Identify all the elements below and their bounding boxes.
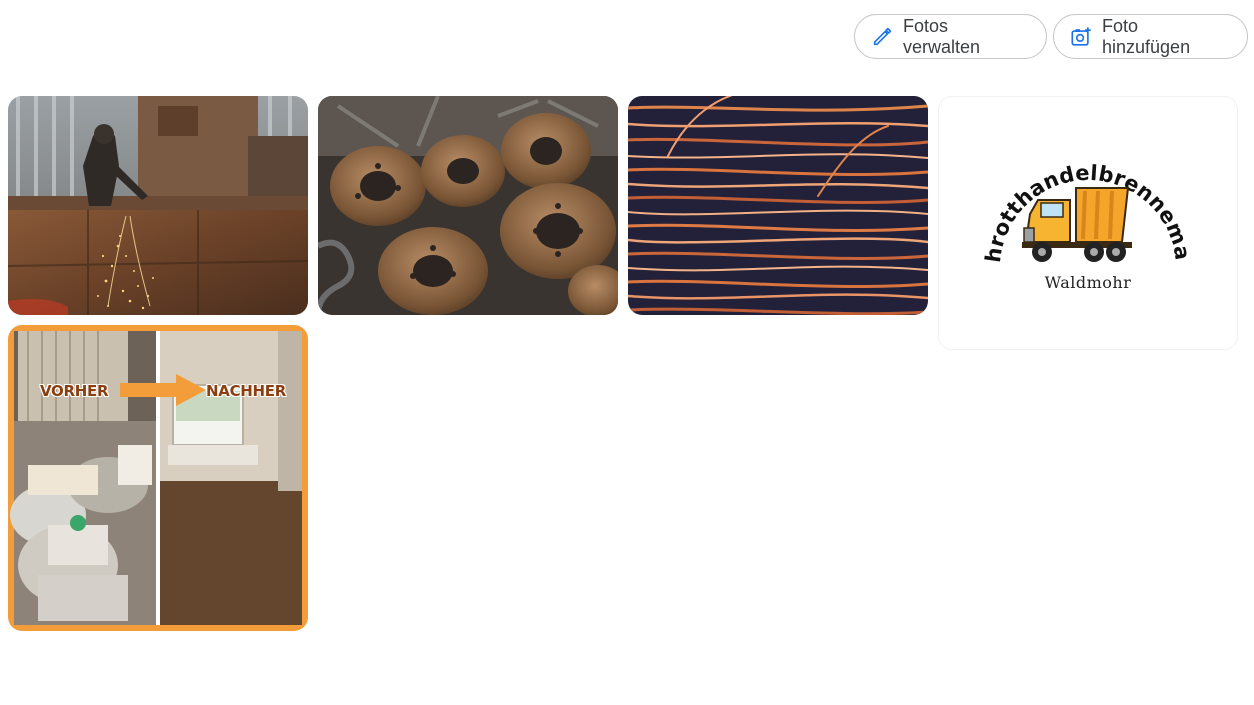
label-before: VORHER	[40, 382, 109, 400]
logo-subtitle: Waldmohr	[1044, 273, 1132, 292]
photo-copper-wire[interactable]	[628, 96, 928, 315]
photo-brake-discs[interactable]	[318, 96, 618, 315]
photo-company-logo[interactable]: Schrotthandelbrennemann Waldmohr	[938, 96, 1238, 350]
photo-welding[interactable]	[8, 96, 308, 315]
manage-photos-button[interactable]: Fotos verwalten	[854, 14, 1047, 59]
truck-icon	[1022, 187, 1132, 262]
photo-toolbar: Fotos verwalten Foto hinzufügen	[854, 14, 1248, 59]
arrow-right-icon	[120, 374, 206, 406]
add-photo-label: Foto hinzufügen	[1102, 15, 1191, 57]
add-photo-icon	[1070, 26, 1092, 48]
photo-before-after[interactable]: VORHER NACHHER	[8, 325, 308, 631]
manage-photos-label: Fotos verwalten	[903, 15, 981, 57]
label-after: NACHHER	[206, 382, 286, 400]
add-photo-button[interactable]: Foto hinzufügen	[1053, 14, 1248, 59]
pencil-icon	[871, 26, 893, 48]
